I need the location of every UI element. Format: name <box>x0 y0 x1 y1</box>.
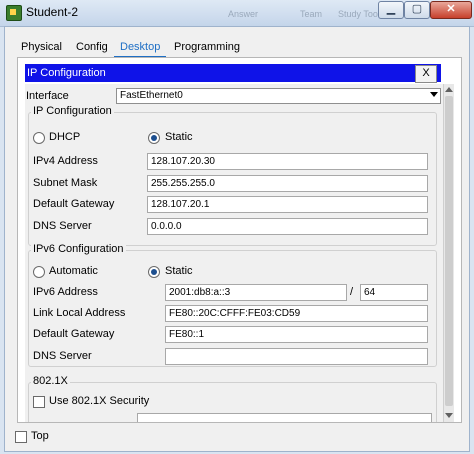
interface-select-value: FastEthernet0 <box>120 90 183 101</box>
dhcp-label: DHCP <box>49 131 81 143</box>
ipv4-address-label: IPv4 Address <box>33 155 98 167</box>
top-label: Top <box>31 430 49 442</box>
ip-config-header-title: IP Configuration <box>27 67 106 79</box>
ip-config-content: Interface FastEthernet0 IP Configuration… <box>25 84 443 422</box>
automatic-radio[interactable] <box>33 266 45 278</box>
chevron-down-icon <box>430 92 438 97</box>
dhcp-radio[interactable] <box>33 132 45 144</box>
ipv6-static-radio[interactable] <box>148 266 160 278</box>
scrollbar-thumb[interactable] <box>445 96 453 406</box>
use-8021x-checkbox[interactable] <box>33 396 45 408</box>
ipv6-default-gateway-label: Default Gateway <box>33 328 115 340</box>
use-8021x-label: Use 802.1X Security <box>49 395 150 407</box>
interface-select[interactable]: FastEthernet0 <box>116 88 441 104</box>
prefix-length-input[interactable]: 64 <box>360 284 428 301</box>
dot1x-authentication-field[interactable] <box>137 413 432 422</box>
minimize-button[interactable]: ▁ <box>378 1 404 19</box>
title-bar[interactable]: Student-2 Answer Team Study Tools ▁ ▢ ✕ <box>0 0 474 27</box>
ipv6-address-label: IPv6 Address <box>33 286 98 298</box>
ipv4-static-radio[interactable] <box>148 132 160 144</box>
tab-physical[interactable]: Physical <box>15 38 68 56</box>
ipv6-address-input[interactable]: 2001:db8:a::3 <box>165 284 347 301</box>
maximize-icon: ▢ <box>411 3 423 15</box>
ipv6-dns-server-input[interactable] <box>165 348 428 365</box>
maximize-button[interactable]: ▢ <box>404 1 430 19</box>
ipv4-static-label: Static <box>165 131 193 143</box>
close-icon: ✕ <box>446 3 456 15</box>
vertical-scrollbar[interactable] <box>443 84 454 422</box>
app-icon <box>6 5 22 21</box>
dot1x-group-label: 802.1X <box>31 375 70 387</box>
prefix-separator: / <box>350 286 354 298</box>
ipv4-default-gateway-input[interactable]: 128.107.20.1 <box>147 196 428 213</box>
tab-programming[interactable]: Programming <box>168 38 246 56</box>
link-local-address-input[interactable]: FE80::20C:CFFF:FE03:CD59 <box>165 305 428 322</box>
ipv6-group-label: IPv6 Configuration <box>31 243 126 255</box>
desktop-panel: IP Configuration X Interface FastEtherne… <box>17 57 462 423</box>
subnet-mask-input[interactable]: 255.255.255.0 <box>147 175 428 192</box>
ipv4-dns-server-label: DNS Server <box>33 220 92 232</box>
ipv6-dns-server-label: DNS Server <box>33 350 92 362</box>
ip-config-header: IP Configuration <box>25 64 441 82</box>
link-local-address-label: Link Local Address <box>33 307 126 319</box>
ipv6-static-label: Static <box>165 265 193 277</box>
window-title: Student-2 <box>26 5 79 19</box>
window-frame: Physical Config Desktop Programming IP C… <box>4 26 470 452</box>
ipv4-address-input[interactable]: 128.107.20.30 <box>147 153 428 170</box>
top-checkbox[interactable] <box>15 431 27 443</box>
ipv4-dns-server-input[interactable]: 0.0.0.0 <box>147 218 428 235</box>
scroll-down-icon[interactable] <box>445 413 453 418</box>
ipv6-default-gateway-input[interactable]: FE80::1 <box>165 326 428 343</box>
tab-desktop[interactable]: Desktop <box>114 38 167 58</box>
close-window-button[interactable]: ✕ <box>430 1 472 19</box>
scroll-up-icon[interactable] <box>445 87 453 92</box>
ipv4-group-label: IP Configuration <box>31 105 114 117</box>
ipv4-default-gateway-label: Default Gateway <box>33 198 115 210</box>
ip-config-close-button[interactable]: X <box>415 65 437 83</box>
background-menu-hint: Answer <box>228 9 259 19</box>
minimize-icon: ▁ <box>386 3 396 15</box>
tab-config[interactable]: Config <box>70 38 114 56</box>
automatic-label: Automatic <box>49 265 98 277</box>
background-menu-hint: Team <box>300 9 323 19</box>
subnet-mask-label: Subnet Mask <box>33 177 98 189</box>
interface-label: Interface <box>26 90 69 102</box>
